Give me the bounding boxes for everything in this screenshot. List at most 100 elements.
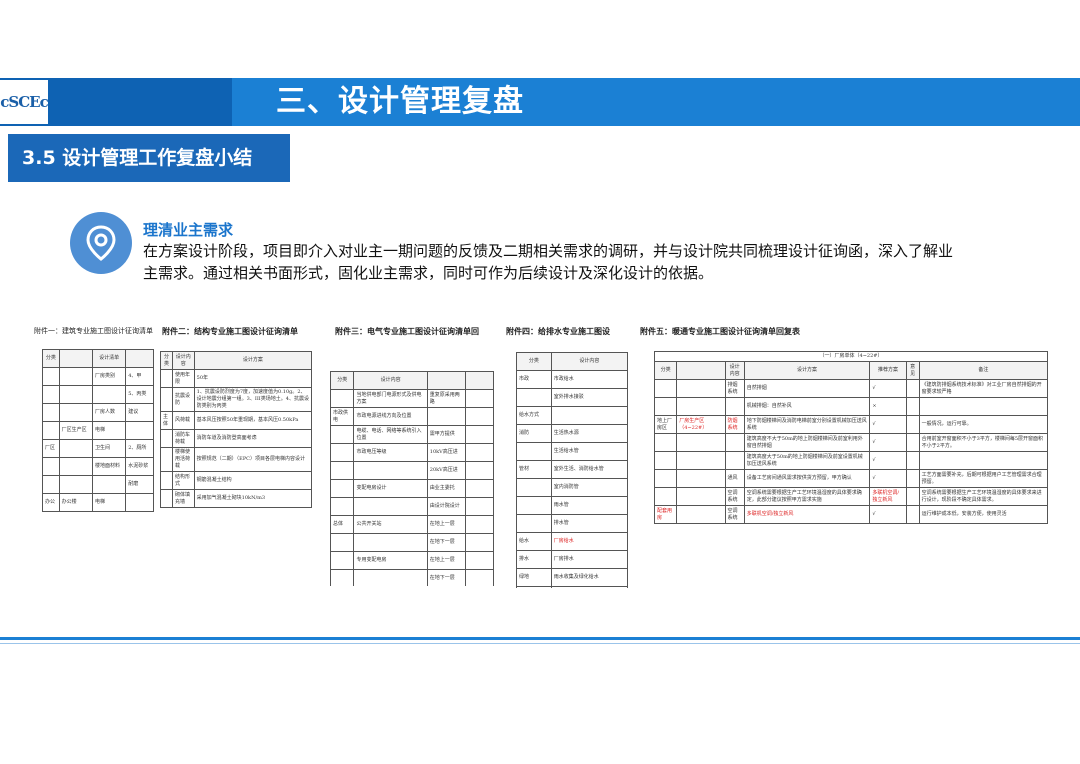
table-cell: 地上厂房区 — [654, 415, 678, 434]
attachment-4-table: 分类 设计内容 市政 市政给水 室外排水接驳 给水方式 消防 生活热水源 生活给水管 管材 室外生活… — [516, 352, 628, 588]
table-cell: 空调系统 — [724, 487, 745, 506]
attachment-title: 附件五：暖通专业施工图设计征询清单回复表 — [640, 327, 800, 336]
table-cell: 设计方案 — [743, 361, 871, 380]
table-cell: √ — [869, 451, 907, 470]
table-cell: 消防车荷载 — [171, 429, 195, 448]
table-cell: 电缆、电话、网络等系统引入位置 — [353, 425, 428, 444]
table-cell: 绿地 — [516, 568, 552, 587]
table-cell: 20kV高压进 — [426, 461, 466, 480]
table-cell — [330, 389, 355, 408]
table-row: 给水方式 — [516, 406, 628, 425]
table-cell — [58, 457, 93, 476]
table-cell — [654, 397, 678, 416]
footer-line-thin — [0, 643, 1080, 644]
table-cell: 5、丙类 — [125, 385, 154, 404]
table-row: 结构形式 钢筋混凝土结构 — [160, 471, 312, 490]
table-cell — [905, 505, 920, 524]
table-cell — [724, 433, 745, 452]
table-cell: 楼地面材料 — [91, 457, 127, 476]
table-row: 雨水管 — [516, 496, 628, 515]
table-cell: 卫生间 — [91, 439, 127, 458]
table-cell: 水泥砂浆 — [125, 457, 154, 476]
table-cell — [160, 471, 173, 490]
table-row: 耐磨 — [42, 475, 154, 494]
table-cell: 推荐方案 — [869, 361, 907, 380]
table-cell: 按照规范（二期）（EPC）项目各层电梯内容设计 — [193, 447, 312, 472]
table-cell: 市政电压等级 — [353, 443, 428, 462]
table-cell — [58, 349, 93, 368]
table-cell: 空调系统需要根据生产工艺环境温湿度的具体要求确定，此部分建议按照甲方需求实施 — [743, 487, 871, 506]
table-row: 室内消防管 — [516, 478, 628, 497]
table-cell — [464, 425, 494, 444]
table-cell — [42, 421, 60, 440]
table-cell: 市政给水 — [550, 370, 628, 389]
table-cell: 重复原采用两路 — [426, 389, 466, 408]
table-cell: 厂房类别 — [91, 367, 127, 386]
table-cell: 配套用房 — [654, 505, 678, 524]
table-row: 排烟系统 自然排烟 √ 《建筑防排烟系统技术标准》对工业厂房自然排烟的开窗要求较严格 — [654, 379, 1048, 398]
table-cell: 厂区生产区 — [58, 421, 93, 440]
table-row: 5、丙类 — [42, 385, 154, 404]
logo-text: cSCEc — [0, 93, 48, 111]
table-row: 使用年限 50年 — [160, 369, 312, 388]
table-cell — [42, 385, 60, 404]
table-cell — [516, 478, 552, 497]
table-cell — [464, 443, 494, 462]
table-cell: 当地供电部门电源形式及供电方案 — [353, 389, 428, 408]
table-cell: 合用前室开窗面积不小于3平方，楼梯间每5层开窗面积不小于2平方。 — [918, 433, 1048, 452]
table-cell: 工艺方面需要补充，后期可根据用户工艺管理需求合理预留。 — [918, 469, 1048, 488]
table-cell — [676, 451, 726, 470]
table-cell: 1、抗震设防烈度为7度，加速度值为0.10g。2、设计地震分组第一组。3、III… — [193, 387, 312, 412]
table-cell — [676, 361, 726, 380]
table-cell — [353, 533, 428, 552]
table-cell: 基本风压按照50年重现期，基本风压0.50kPa — [193, 411, 312, 430]
table-cell — [516, 496, 552, 515]
table-cell: 多联机空调/独立新风 — [869, 487, 907, 506]
table-cell: 排水 — [516, 550, 552, 569]
table-cell: 厂房生产区（4~22#） — [676, 415, 726, 434]
table-cell — [676, 469, 726, 488]
table-row: 在地下一层 — [330, 569, 494, 586]
table-cell: 2、厕所 — [125, 439, 154, 458]
table-cell: √ — [869, 433, 907, 452]
table-cell: 建筑高度不大于50m的地上防烟楼梯间及前室利用外窗自然排烟 — [743, 433, 871, 452]
table-cell — [464, 461, 494, 480]
table-cell — [654, 487, 678, 506]
table-cell — [330, 551, 355, 570]
table-cell: 排烟系统 — [724, 379, 745, 398]
table-row: 排水管 — [516, 514, 628, 533]
attachment-table: 分类 设计内容 市政 市政给水 室外排水接驳 给水方式 消防 生活热水源 生活给水管 管材 室外生活… — [516, 352, 628, 588]
table-row: 管材 室外生活、消防给水管 — [516, 460, 628, 479]
attachment-2-table: 分类 设计内容 设计方案 使用年限 50年 抗震设防 1、抗震设防烈度为7度，加速度值为0.… — [160, 351, 312, 571]
table-cell: 电梯 — [91, 421, 127, 440]
table-row: 分类 设计内容 设计方案 — [160, 351, 312, 370]
table-row: 空调系统 空调系统需要根据生产工艺环境温湿度的具体要求确定，此部分建议按照甲方需求… — [654, 487, 1048, 506]
table-row: 市政电压等级 10kV高压进 — [330, 443, 494, 462]
table-row: 砌体填充墙 采用加气混凝土砌块10kN/m3 — [160, 489, 312, 508]
table-row: 消防 生活热水源 — [516, 424, 628, 443]
table-row: 主体 风荷载 基本风压按照50年重现期，基本风压0.50kPa — [160, 411, 312, 430]
table-row: 在地下一层 — [330, 533, 494, 552]
table-cell: 总体 — [330, 515, 355, 534]
table-cell: 电梯 — [91, 493, 127, 512]
table-cell — [58, 367, 93, 386]
table-row: 楼地面材料 水泥砂浆 — [42, 457, 154, 476]
table-cell: 管材 — [516, 460, 552, 479]
table-cell — [516, 388, 552, 407]
table-cell: 分类 — [654, 361, 678, 380]
table-cell: 市政电源进线方向及位置 — [353, 407, 428, 426]
table-cell: √ — [869, 379, 907, 398]
table-row: 抗震设防 1、抗震设防烈度为7度，加速度值为0.10g。2、设计地震分组第一组。3… — [160, 387, 312, 412]
table-cell: 市政 — [516, 370, 552, 389]
table-cell: 变配电房设计 — [353, 479, 428, 498]
attachment-title: 附件一：建筑专业施工图设计征询清单 — [34, 327, 153, 335]
table-cell — [160, 429, 173, 448]
table-cell — [353, 569, 428, 586]
table-cell: 主体 — [160, 411, 173, 430]
table-row: 20kV高压进 — [330, 461, 494, 480]
table-row: 由设计院设计 — [330, 497, 494, 516]
table-cell — [58, 439, 93, 458]
table-cell — [91, 475, 127, 494]
table-row: 分类 设计内容 设计方案 推荐方案 意见 备注 — [654, 361, 1048, 380]
table-cell — [160, 369, 173, 388]
